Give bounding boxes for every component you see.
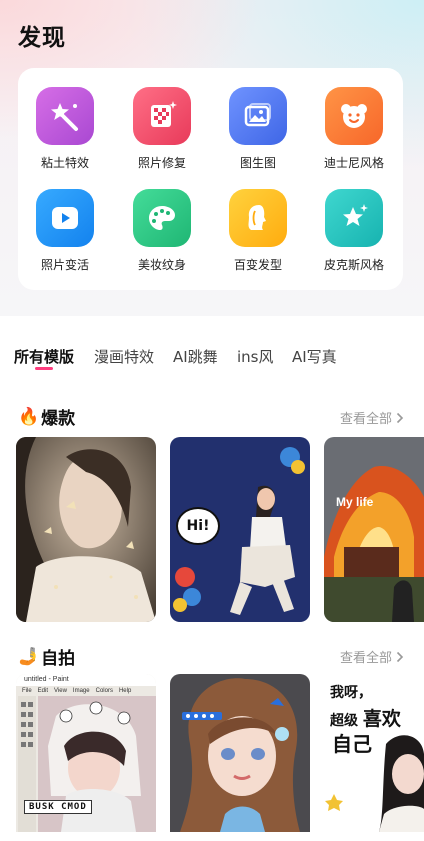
template-tabs: 所有模版 漫画特效 AI跳舞 ins风 AI写真 xyxy=(0,316,424,376)
template-card[interactable] xyxy=(16,437,156,622)
card-overlay-text: My life xyxy=(336,495,374,509)
chevron-right-icon xyxy=(396,651,404,662)
speech-bubble: Hi! xyxy=(176,507,220,545)
paint-window-title: untitled - Paint xyxy=(16,674,156,686)
paint-menu-item: File xyxy=(22,688,32,694)
fire-icon: 🔥 xyxy=(18,406,40,427)
template-thumbnail xyxy=(16,437,156,622)
section-title: 🔥 爆款 xyxy=(18,404,76,430)
section-title: 🤳 自拍 xyxy=(18,644,76,670)
template-thumbnail xyxy=(170,674,310,832)
template-card[interactable]: Hi! xyxy=(170,437,310,622)
sticker-line: 超级 喜欢 xyxy=(330,704,401,731)
tool-clay-effect[interactable]: 粘土特效 xyxy=(22,87,108,171)
sticker-word: 喜欢 xyxy=(362,708,401,730)
tool-label: 美妆纹身 xyxy=(137,258,186,272)
paint-menu-bar: File Edit View Image Colors Help xyxy=(16,686,156,696)
hair-profile-icon xyxy=(229,189,287,247)
tool-label: 皮克斯风格 xyxy=(323,258,384,272)
section-title-text: 自拍 xyxy=(41,649,76,669)
tool-makeup-tattoo[interactable]: 美妆纹身 xyxy=(119,189,205,273)
template-card[interactable]: 我呀， 超级 喜欢 自己 xyxy=(324,674,424,832)
tool-label: 百变发型 xyxy=(233,258,282,272)
play-icon xyxy=(36,189,94,247)
tool-animate-photo[interactable]: 照片变活 xyxy=(22,189,108,273)
paint-menu-item: Help xyxy=(118,688,132,694)
active-tab-indicator xyxy=(35,367,53,370)
view-all-hot-link[interactable]: 查看全部 xyxy=(340,408,404,427)
photo-grid-sparkle-icon xyxy=(133,87,191,145)
section-hot: 🔥 爆款 查看全部 Hi! My life xyxy=(0,376,424,642)
star-sparkle-icon xyxy=(325,189,383,247)
chevron-right-icon xyxy=(396,412,404,423)
magic-wand-star-icon xyxy=(36,87,94,145)
tool-label: 照片变活 xyxy=(40,258,89,272)
image-icon xyxy=(229,87,287,145)
template-card[interactable]: untitled - Paint File Edit View Image Co… xyxy=(16,674,156,832)
tab-ai-portrait[interactable]: AI写真 xyxy=(292,346,337,367)
view-all-label: 查看全部 xyxy=(339,412,392,427)
tab-ai-dance[interactable]: AI跳舞 xyxy=(173,346,218,367)
section-title-text: 爆款 xyxy=(41,409,76,429)
view-all-selfie-link[interactable]: 查看全部 xyxy=(340,647,404,666)
paint-menu-item: Colors xyxy=(95,688,113,694)
bear-face-icon xyxy=(325,87,383,145)
page-title: 发现 xyxy=(18,25,66,51)
template-thumbnail xyxy=(324,437,424,622)
template-card[interactable]: My life xyxy=(324,437,424,622)
section-selfie: 🤳 自拍 查看全部 untitled - Paint File Edit Vie… xyxy=(0,642,424,841)
template-card[interactable] xyxy=(170,674,310,832)
tool-label: 粘土特效 xyxy=(40,156,89,170)
tool-disney-style[interactable]: 迪士尼风格 xyxy=(311,87,397,171)
tools-grid: 粘土特效 照片修复 图生图 迪士尼风格 照片变活 美妆纹身 百变发型 皮克斯风格 xyxy=(18,68,403,290)
selfie-icon: 🤳 xyxy=(18,646,40,667)
tool-label: 照片修复 xyxy=(137,156,186,170)
sticker-word: 超级 xyxy=(330,713,358,729)
tool-label: 迪士尼风格 xyxy=(323,156,384,170)
tool-pixar-style[interactable]: 皮克斯风格 xyxy=(311,189,397,273)
tool-photo-restore[interactable]: 照片修复 xyxy=(119,87,205,171)
palette-icon xyxy=(133,189,191,247)
tab-all-templates[interactable]: 所有模版 xyxy=(14,346,74,367)
paint-menu-item: Edit xyxy=(37,688,49,694)
paint-menu-item: View xyxy=(54,688,67,694)
tool-image-to-image[interactable]: 图生图 xyxy=(215,87,301,171)
tab-comic-effects[interactable]: 漫画特效 xyxy=(94,346,154,367)
paint-menu-item: Image xyxy=(72,688,90,694)
sticker-line: 自己 xyxy=(332,732,372,756)
tool-hairstyle[interactable]: 百变发型 xyxy=(215,189,301,273)
sticker-text: BUSK CMOD xyxy=(24,800,92,814)
tab-ins-style[interactable]: ins风 xyxy=(237,346,274,367)
sticker-line: 我呀， xyxy=(330,685,372,701)
tool-label: 图生图 xyxy=(239,156,276,170)
view-all-label: 查看全部 xyxy=(339,651,392,666)
